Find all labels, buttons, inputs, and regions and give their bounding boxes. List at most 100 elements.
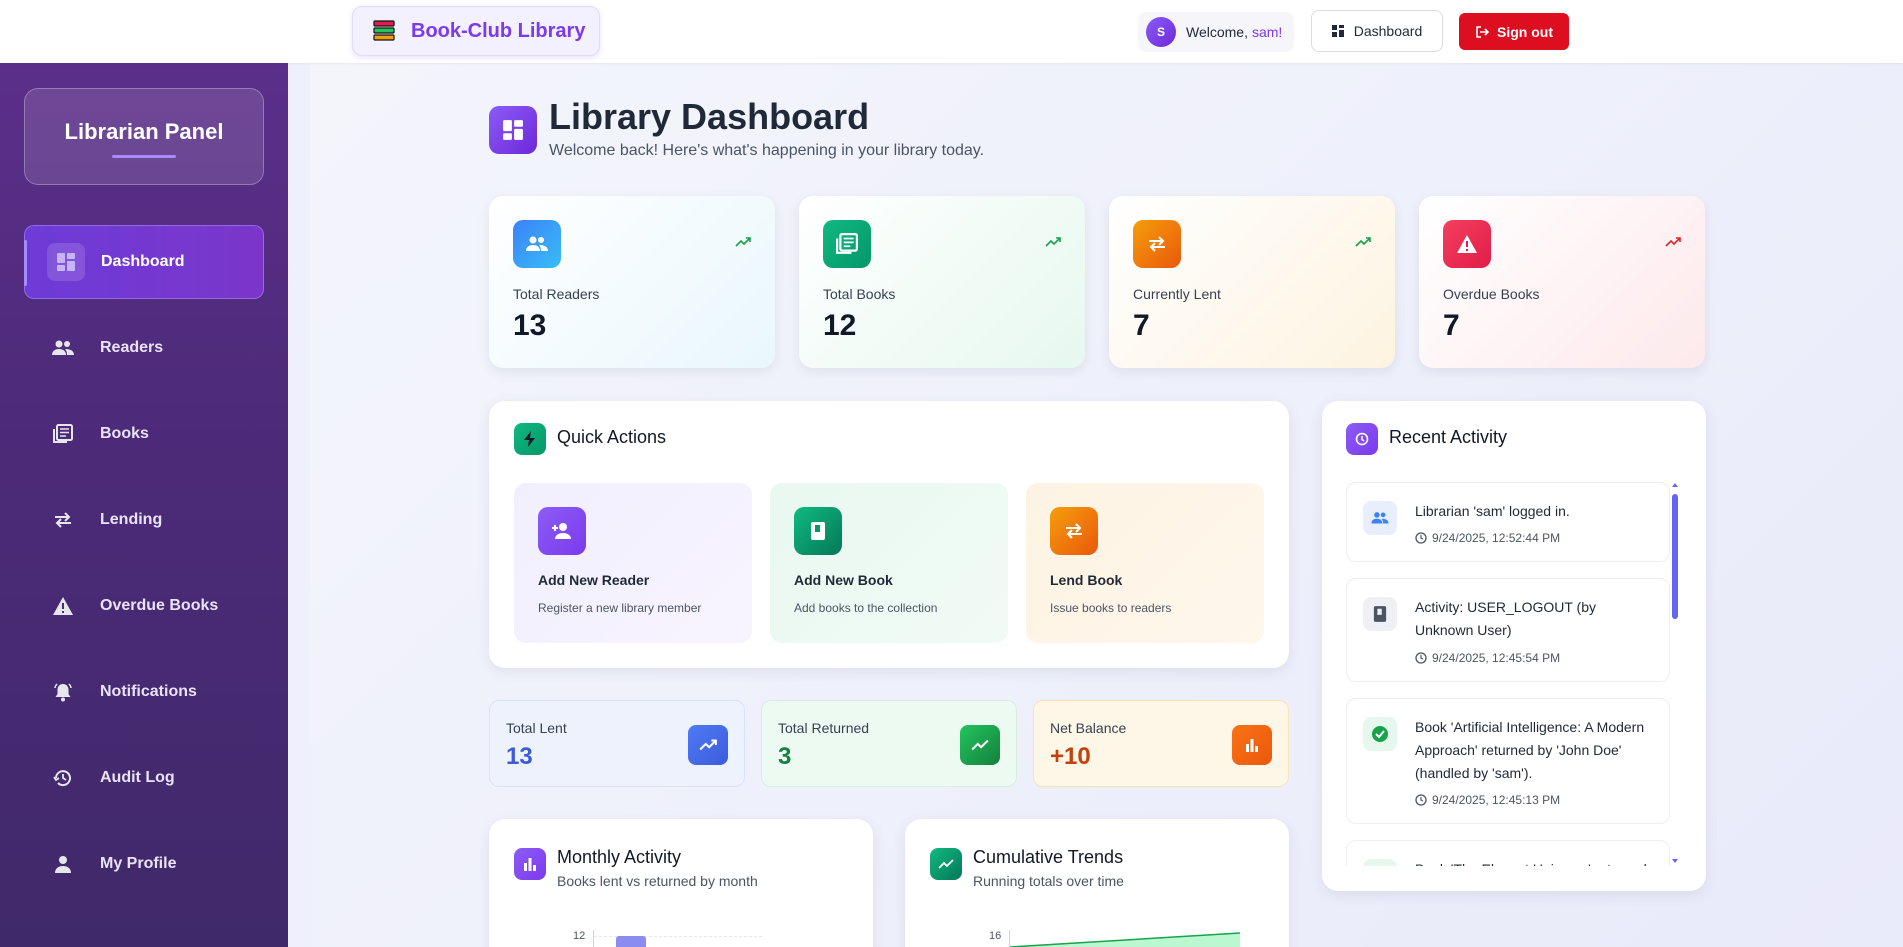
warning-icon [1443,220,1491,268]
activity-scrollbar[interactable] [1672,482,1678,866]
dashboard-icon [1331,25,1344,37]
activity-item: Activity: USER_LOGOUT (by Unknown User) … [1346,578,1670,682]
trend-up-icon [1355,237,1371,247]
activity-time: 9/24/2025, 12:52:44 PM [1415,531,1560,545]
summary-label: Total Lent [506,720,567,736]
top-bar: Book-Club Library S Welcome, sam! Dashbo… [0,0,1903,63]
quick-action-desc: Register a new library member [538,601,702,615]
sign-out-button[interactable]: Sign out [1459,13,1569,50]
history-icon [52,767,74,789]
sidebar-item-overdue-books[interactable]: Overdue Books [24,569,264,643]
swap-icon [1050,507,1098,555]
summary-value: 13 [506,743,533,770]
bar-chart-icon [1232,725,1272,765]
scroll-thumb[interactable] [1672,494,1678,619]
page-subtitle: Welcome back! Here's what's happening in… [549,142,985,159]
add-person-icon [538,507,586,555]
y-axis [593,930,594,947]
stat-value: 13 [513,309,547,342]
quick-action-title: Lend Book [1050,572,1123,588]
sidebar-item-label: Dashboard [101,253,185,270]
trend-area [1010,932,1240,947]
trend-up-icon [688,725,728,765]
check-icon [1363,717,1397,751]
book-icon [794,507,842,555]
activity-item: Book 'Artificial Intelligence: A Modern … [1346,698,1670,824]
librarian-panel-card: Librarian Panel [24,88,264,185]
y-tick-label: 12 [573,930,586,942]
books-icon [823,220,871,268]
sidebar-item-label: Books [100,425,149,442]
dashboard-button[interactable]: Dashboard [1311,10,1443,52]
monthly-activity-card: Monthly Activity Books lent vs returned … [489,819,873,947]
cumulative-trends-title: Cumulative Trends [973,847,1124,867]
logout-icon [1476,25,1489,38]
monthly-activity-title: Monthly Activity [557,847,682,867]
activity-text: Librarian 'sam' logged in. [1415,503,1570,519]
summary-value: 3 [778,743,792,770]
chart-bar [616,936,646,947]
welcome-text: Welcome, [1186,24,1248,40]
sign-out-label: Sign out [1497,23,1553,40]
cumulative-trends-subtitle: Running totals over time [973,873,1124,889]
check-icon [1363,859,1397,866]
quick-action-title: Add New Reader [538,572,650,588]
sidebar-item-readers[interactable]: Readers [24,311,264,385]
dashboard-icon [47,243,85,281]
activity-time: 9/24/2025, 12:45:54 PM [1415,651,1560,665]
clock-icon [1415,652,1427,664]
y-tick-label: 16 [989,930,1002,942]
sidebar-item-books[interactable]: Books [24,397,264,471]
books-stack-icon [373,20,395,41]
stat-value: 7 [1443,309,1460,342]
book-icon [1363,597,1397,631]
clock-icon [1415,794,1427,806]
sidebar-item-audit-log[interactable]: Audit Log [24,741,264,815]
summary-label: Total Returned [778,720,870,736]
lightning-icon [514,423,546,455]
stat-label: Total Readers [513,286,600,302]
activity-text: Book 'The Elegant Universe' returned [1415,858,1655,866]
sidebar-item-my-profile[interactable]: My Profile [24,827,264,901]
activity-text: Book 'Artificial Intelligence: A Modern … [1415,719,1645,781]
brand-logo[interactable]: Book-Club Library [352,6,600,56]
welcome-badge: S Welcome, sam! [1138,12,1295,52]
scroll-down-icon[interactable] [1672,858,1678,864]
activity-time-text: 9/24/2025, 12:45:54 PM [1432,651,1561,665]
people-icon [1363,501,1397,535]
scroll-up-icon[interactable] [1672,482,1678,488]
sidebar-item-notifications[interactable]: Notifications [24,655,264,729]
swap-icon [1133,220,1181,268]
activity-item: Book 'The Elegant Universe' returned [1346,840,1670,866]
sidebar-item-label: Readers [100,339,164,356]
sidebar-item-lending[interactable]: Lending [24,483,264,557]
activity-list[interactable]: Librarian 'sam' logged in. 9/24/2025, 12… [1346,482,1670,866]
sidebar-item-label: Overdue Books [100,597,219,614]
sidebar-item-label: Audit Log [100,769,175,786]
summary-value: +10 [1050,743,1091,770]
stat-card-total-books: Total Books 12 [799,196,1085,368]
cumulative-trends-card: Cumulative Trends Running totals over ti… [905,819,1289,947]
stat-label: Overdue Books [1443,286,1540,302]
quick-action-add-book[interactable]: Add New Book Add books to the collection [770,483,1008,643]
books-icon [52,423,74,445]
recent-activity-title: Recent Activity [1389,427,1508,447]
warning-icon [52,595,74,617]
stat-value: 12 [823,309,857,342]
stat-card-overdue-books: Overdue Books 7 [1419,196,1705,368]
quick-actions-title: Quick Actions [557,427,667,447]
quick-action-lend-book[interactable]: Lend Book Issue books to readers [1026,483,1264,643]
people-icon [52,337,74,359]
people-icon [513,220,561,268]
summary-total-lent: Total Lent 13 [489,700,745,787]
quick-action-title: Add New Book [794,572,893,588]
summary-label: Net Balance [1050,720,1127,736]
sidebar-item-dashboard[interactable]: Dashboard [24,225,264,299]
avatar: S [1146,17,1176,47]
stat-label: Total Books [823,286,896,302]
chart-line-icon [960,725,1000,765]
quick-action-add-reader[interactable]: Add New Reader Register a new library me… [514,483,752,643]
activity-time: 9/24/2025, 12:45:13 PM [1415,793,1560,807]
bar-chart-icon [514,848,546,880]
brand-name: Book-Club Library [411,19,586,42]
